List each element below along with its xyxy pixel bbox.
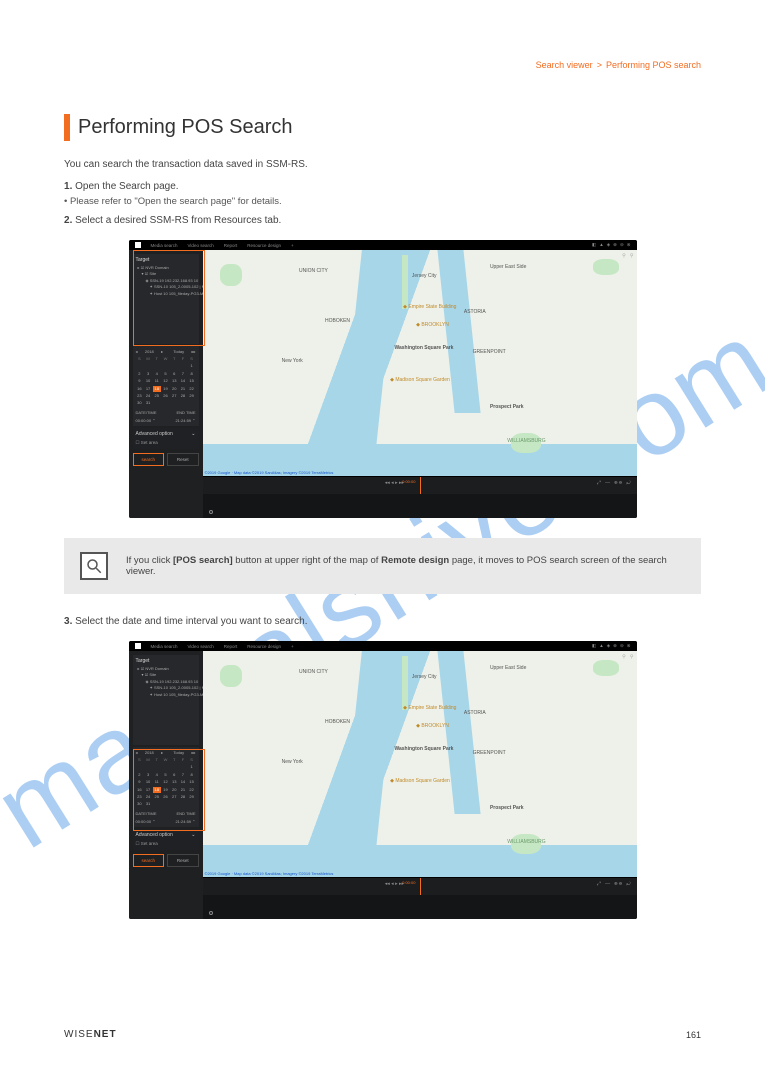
page-number: 161 xyxy=(686,1030,701,1040)
search-button[interactable]: search xyxy=(133,453,165,466)
map-toolbar: ⚲⚲ xyxy=(622,654,633,660)
advanced-option-panel: Advanced option⌄ ☐ Set area xyxy=(133,829,199,850)
main-area: ⚲⚲ UNION CITY HOBOKEN xyxy=(203,250,637,518)
app-menubar: Media search Video search Report Resourc… xyxy=(129,240,637,250)
breadcrumb: Search viewer>Performing POS search xyxy=(64,60,701,70)
step-3: Select the date and time interval you wa… xyxy=(64,616,701,627)
reset-button[interactable]: Reset xyxy=(167,453,199,466)
thumbnail-strip xyxy=(203,895,637,919)
calendar-nav: ◂2018▸Today▸▸ xyxy=(136,750,196,755)
brand-logo: WISENET xyxy=(64,1029,117,1040)
step-list: Open the Search page. Please refer to "O… xyxy=(64,181,701,226)
titlebar-icons: ◧▲◈⊕⊖⊗ xyxy=(589,242,631,248)
advanced-option-panel: Advanced option⌄ ☐ Set area xyxy=(133,428,199,449)
sidebar: Target ▸ ☑ NVR Domain ▾ ☑ Site ◈ SSN-19 … xyxy=(129,250,203,518)
app-logo-icon xyxy=(135,643,141,649)
note-text: If you click [POS search] button at uppe… xyxy=(126,555,685,577)
search-icon xyxy=(80,552,108,580)
target-panel: Target ▸ ☑ NVR Domain ▾ ☑ Site ◈ SSN-19 … xyxy=(133,254,199,344)
map-view: ⚲⚲ UNION CITY HOBOKEN New York Washingto… xyxy=(203,651,637,877)
map-credits: ©2019 Google · Map data ©2019 SanAtlas; … xyxy=(205,470,334,475)
step-2: Select a desired SSM-RS from Resources t… xyxy=(64,215,701,226)
calendar-panel: ◂2018▸Today▸▸ SMTWTFS1234567891011121314… xyxy=(133,747,199,827)
calendar-panel: ◂2018▸Today▸▸ SMTWTFS1234567891011121314… xyxy=(133,346,199,426)
screenshot-1: Media search Video search Report Resourc… xyxy=(129,240,637,518)
map-view: ⚲⚲ UNION CITY HOBOKEN xyxy=(203,250,637,476)
action-buttons: search Reset xyxy=(133,854,199,867)
app-logo-icon xyxy=(135,242,141,248)
calendar-grid: SMTWTFS123456789101112131415161718192021… xyxy=(136,757,196,808)
screenshot-2: Media search Video search Report Resourc… xyxy=(129,641,637,919)
search-icon: ⚲ xyxy=(622,654,626,660)
sidebar: Target ▸ ☑ NVR Domain ▾ ☑ Site ◈ SSN-19 … xyxy=(129,651,203,919)
calendar-nav: ◂2018▸Today▸▸ xyxy=(136,349,196,354)
step-list-cont: Select the date and time interval you wa… xyxy=(64,616,701,627)
page-title: Performing POS Search xyxy=(64,116,701,139)
search-button[interactable]: search xyxy=(133,854,165,867)
reset-button[interactable]: Reset xyxy=(167,854,199,867)
target-panel: Target ▸ ☑ NVR Domain ▾ ☑ Site ◈ SSN-19 … xyxy=(133,655,199,745)
page-footer: WISENET 161 xyxy=(64,1029,701,1040)
note-callout: If you click [POS search] button at uppe… xyxy=(64,538,701,594)
calendar-grid: SMTWTFS123456789101112131415161718192021… xyxy=(136,356,196,407)
app-menubar: Media search Video search Report Resourc… xyxy=(129,641,637,651)
main-area: ⚲⚲ UNION CITY HOBOKEN New York Washingto… xyxy=(203,651,637,919)
action-buttons: search Reset xyxy=(133,453,199,466)
resource-tree: ▸ ☑ NVR Domain ▾ ☑ Site ◈ SSN-19 192.232… xyxy=(136,265,196,297)
titlebar-icons: ◧▲◈⊕⊖⊗ xyxy=(589,643,631,649)
timeline: 0:00:00 ⤢ — ⊕ ⊖ ⤾ ◂◂ ◂ ▸ ▸▸ xyxy=(203,476,637,494)
resource-tree: ▸ ☑ NVR Domain ▾ ☑ Site ◈ SSN-19 192.232… xyxy=(136,666,196,698)
thumbnail-strip xyxy=(203,494,637,518)
intro-text: You can search the transaction data save… xyxy=(64,157,701,173)
timeline: 0:00:00 ⤢ — ⊕ ⊖ ⤾ ◂◂ ◂ ▸ ▸▸ xyxy=(203,877,637,895)
chevron-down-icon: ⌄ xyxy=(191,431,195,437)
search-icon-alt: ⚲ xyxy=(630,654,634,660)
step-1: Open the Search page. Please refer to "O… xyxy=(64,181,701,207)
chevron-down-icon: ⌄ xyxy=(191,832,195,838)
map-credits: ©2019 Google · Map data ©2019 SanAtlas; … xyxy=(205,871,334,876)
